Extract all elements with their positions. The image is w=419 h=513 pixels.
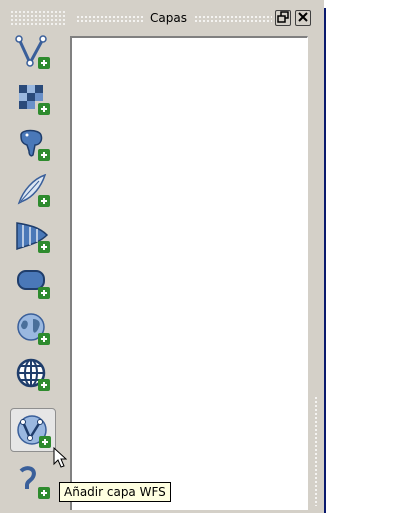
add-mssql-layer-icon [16,222,50,253]
titlebar-grip-right [194,15,272,23]
float-icon [277,11,289,23]
add-vector-layer-button[interactable] [10,30,56,74]
add-delimited-text-layer-icon [19,466,50,499]
add-oracle-layer-button[interactable] [10,260,56,304]
layers-panel: Capas [70,8,320,511]
titlebar-grip-left [76,15,144,23]
add-vector-layer-icon [15,35,50,69]
map-canvas-border [324,8,326,513]
mouse-pointer-icon [53,447,67,468]
add-raster-layer-button[interactable] [10,76,56,120]
add-delimited-text-layer-button[interactable] [10,460,56,504]
add-wms-layer-button[interactable] [10,306,56,350]
add-oracle-layer-icon [17,270,50,299]
close-icon [298,12,308,22]
add-wfs-layer-icon [17,415,51,448]
toolbar-grip[interactable] [10,10,66,26]
add-spatialite-layer-icon [17,173,50,207]
add-raster-layer-icon [19,85,50,115]
add-wms-layer-icon [17,313,50,345]
add-spatialite-layer-button[interactable] [10,168,56,212]
splitter-grip [314,396,318,506]
add-wcs-layer-icon [16,358,50,391]
tooltip: Añadir capa WFS [59,482,171,502]
close-button[interactable] [295,10,311,26]
add-postgis-layer-icon [20,129,50,161]
add-mssql-layer-button[interactable] [10,214,56,258]
add-wfs-layer-button[interactable] [10,408,56,452]
layers-tree[interactable] [70,36,308,510]
add-postgis-layer-button[interactable] [10,122,56,166]
add-wcs-layer-button[interactable] [10,352,56,396]
layers-panel-title: Capas [150,11,187,25]
dock-splitter[interactable] [313,36,318,510]
manage-layers-toolbar [4,10,68,510]
layers-panel-titlebar[interactable]: Capas [70,8,318,30]
float-button[interactable] [275,10,291,26]
